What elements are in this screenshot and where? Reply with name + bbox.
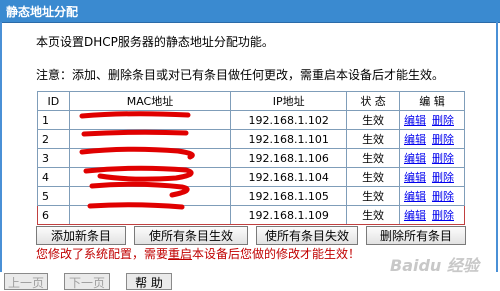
warning-text-end: 本设备后您做的修改才能生效！ [192, 247, 361, 261]
reboot-link[interactable]: 重启 [168, 247, 192, 261]
add-new-entry-button[interactable]: 添加新条目 [36, 226, 126, 245]
redaction-stroke [83, 165, 194, 182]
redaction-stroke [79, 111, 191, 119]
baidu-watermark: Baidu 经验 [390, 256, 479, 275]
redaction-stroke [81, 129, 189, 137]
delete-all-entries-button[interactable]: 删除所有条目 [366, 226, 466, 245]
warning-text-start: 您修改了系统配置，需要 [36, 247, 169, 261]
restart-warning: 您修改了系统配置，需要重启本设备后您做的修改才能生效！ [36, 245, 360, 262]
next-page-button[interactable]: 下一页 [64, 273, 110, 290]
disable-all-entries-button[interactable]: 使所有条目失效 [256, 226, 358, 245]
prev-page-button[interactable]: 上一页 [4, 273, 48, 290]
enable-all-entries-button[interactable]: 使所有条目生效 [134, 226, 248, 245]
redaction-stroke [79, 146, 195, 160]
redaction-stroke [87, 202, 185, 210]
redaction-stroke [89, 181, 190, 198]
help-button[interactable]: 帮 助 [126, 273, 172, 290]
